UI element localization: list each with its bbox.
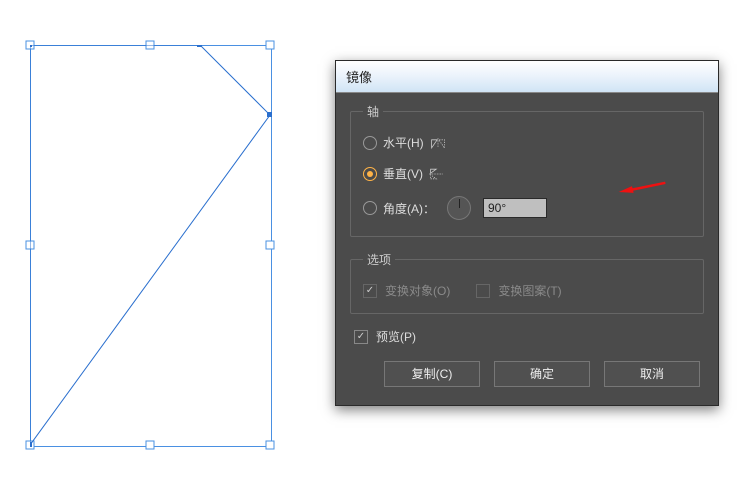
transform-objects-label: 变换对象(O) [385,282,450,299]
copy-button[interactable]: 复制(C) [384,361,480,387]
dialog-titlebar[interactable]: 镜像 [336,61,718,93]
angle-input[interactable]: 90° [483,198,547,218]
vector-shape[interactable] [30,45,280,455]
checkbox-icon [354,330,368,344]
ok-button[interactable]: 确定 [494,361,590,387]
preview-label: 预览(P) [376,328,416,345]
transform-patterns-label: 变换图案(T) [498,282,561,299]
radio-icon [363,167,377,181]
flip-vertical-icon [429,167,445,181]
angle-dial-icon[interactable] [447,196,471,220]
axis-angle-row[interactable]: 角度(A)： 90° [363,196,691,220]
axis-horizontal-label: 水平(H) [383,134,424,151]
options-row: 变换对象(O) 变换图案(T) [363,282,691,299]
options-group: 选项 变换对象(O) 变换图案(T) [350,251,704,314]
radio-icon [363,136,377,150]
options-legend: 选项 [363,251,395,268]
reflect-dialog: 镜像 轴 水平(H) 垂直(V) [335,60,719,406]
checkbox-icon [476,284,490,298]
radio-icon [363,201,377,215]
axis-group: 轴 水平(H) 垂直(V) [350,103,704,237]
dialog-body: 轴 水平(H) 垂直(V) [336,93,718,405]
axis-vertical-row[interactable]: 垂直(V) [363,165,691,182]
preview-row[interactable]: 预览(P) [354,328,704,345]
checkbox-icon [363,284,377,298]
axis-legend: 轴 [363,103,383,120]
axis-vertical-label: 垂直(V) [383,165,423,182]
dialog-title: 镜像 [346,70,372,85]
axis-horizontal-row[interactable]: 水平(H) [363,134,691,151]
canvas-area[interactable] [20,40,290,470]
flip-horizontal-icon [430,136,446,150]
cancel-button[interactable]: 取消 [604,361,700,387]
dialog-button-row: 复制(C) 确定 取消 [350,361,704,391]
axis-angle-label: 角度(A)： [383,200,435,217]
annotation-arrow-icon [617,180,667,194]
